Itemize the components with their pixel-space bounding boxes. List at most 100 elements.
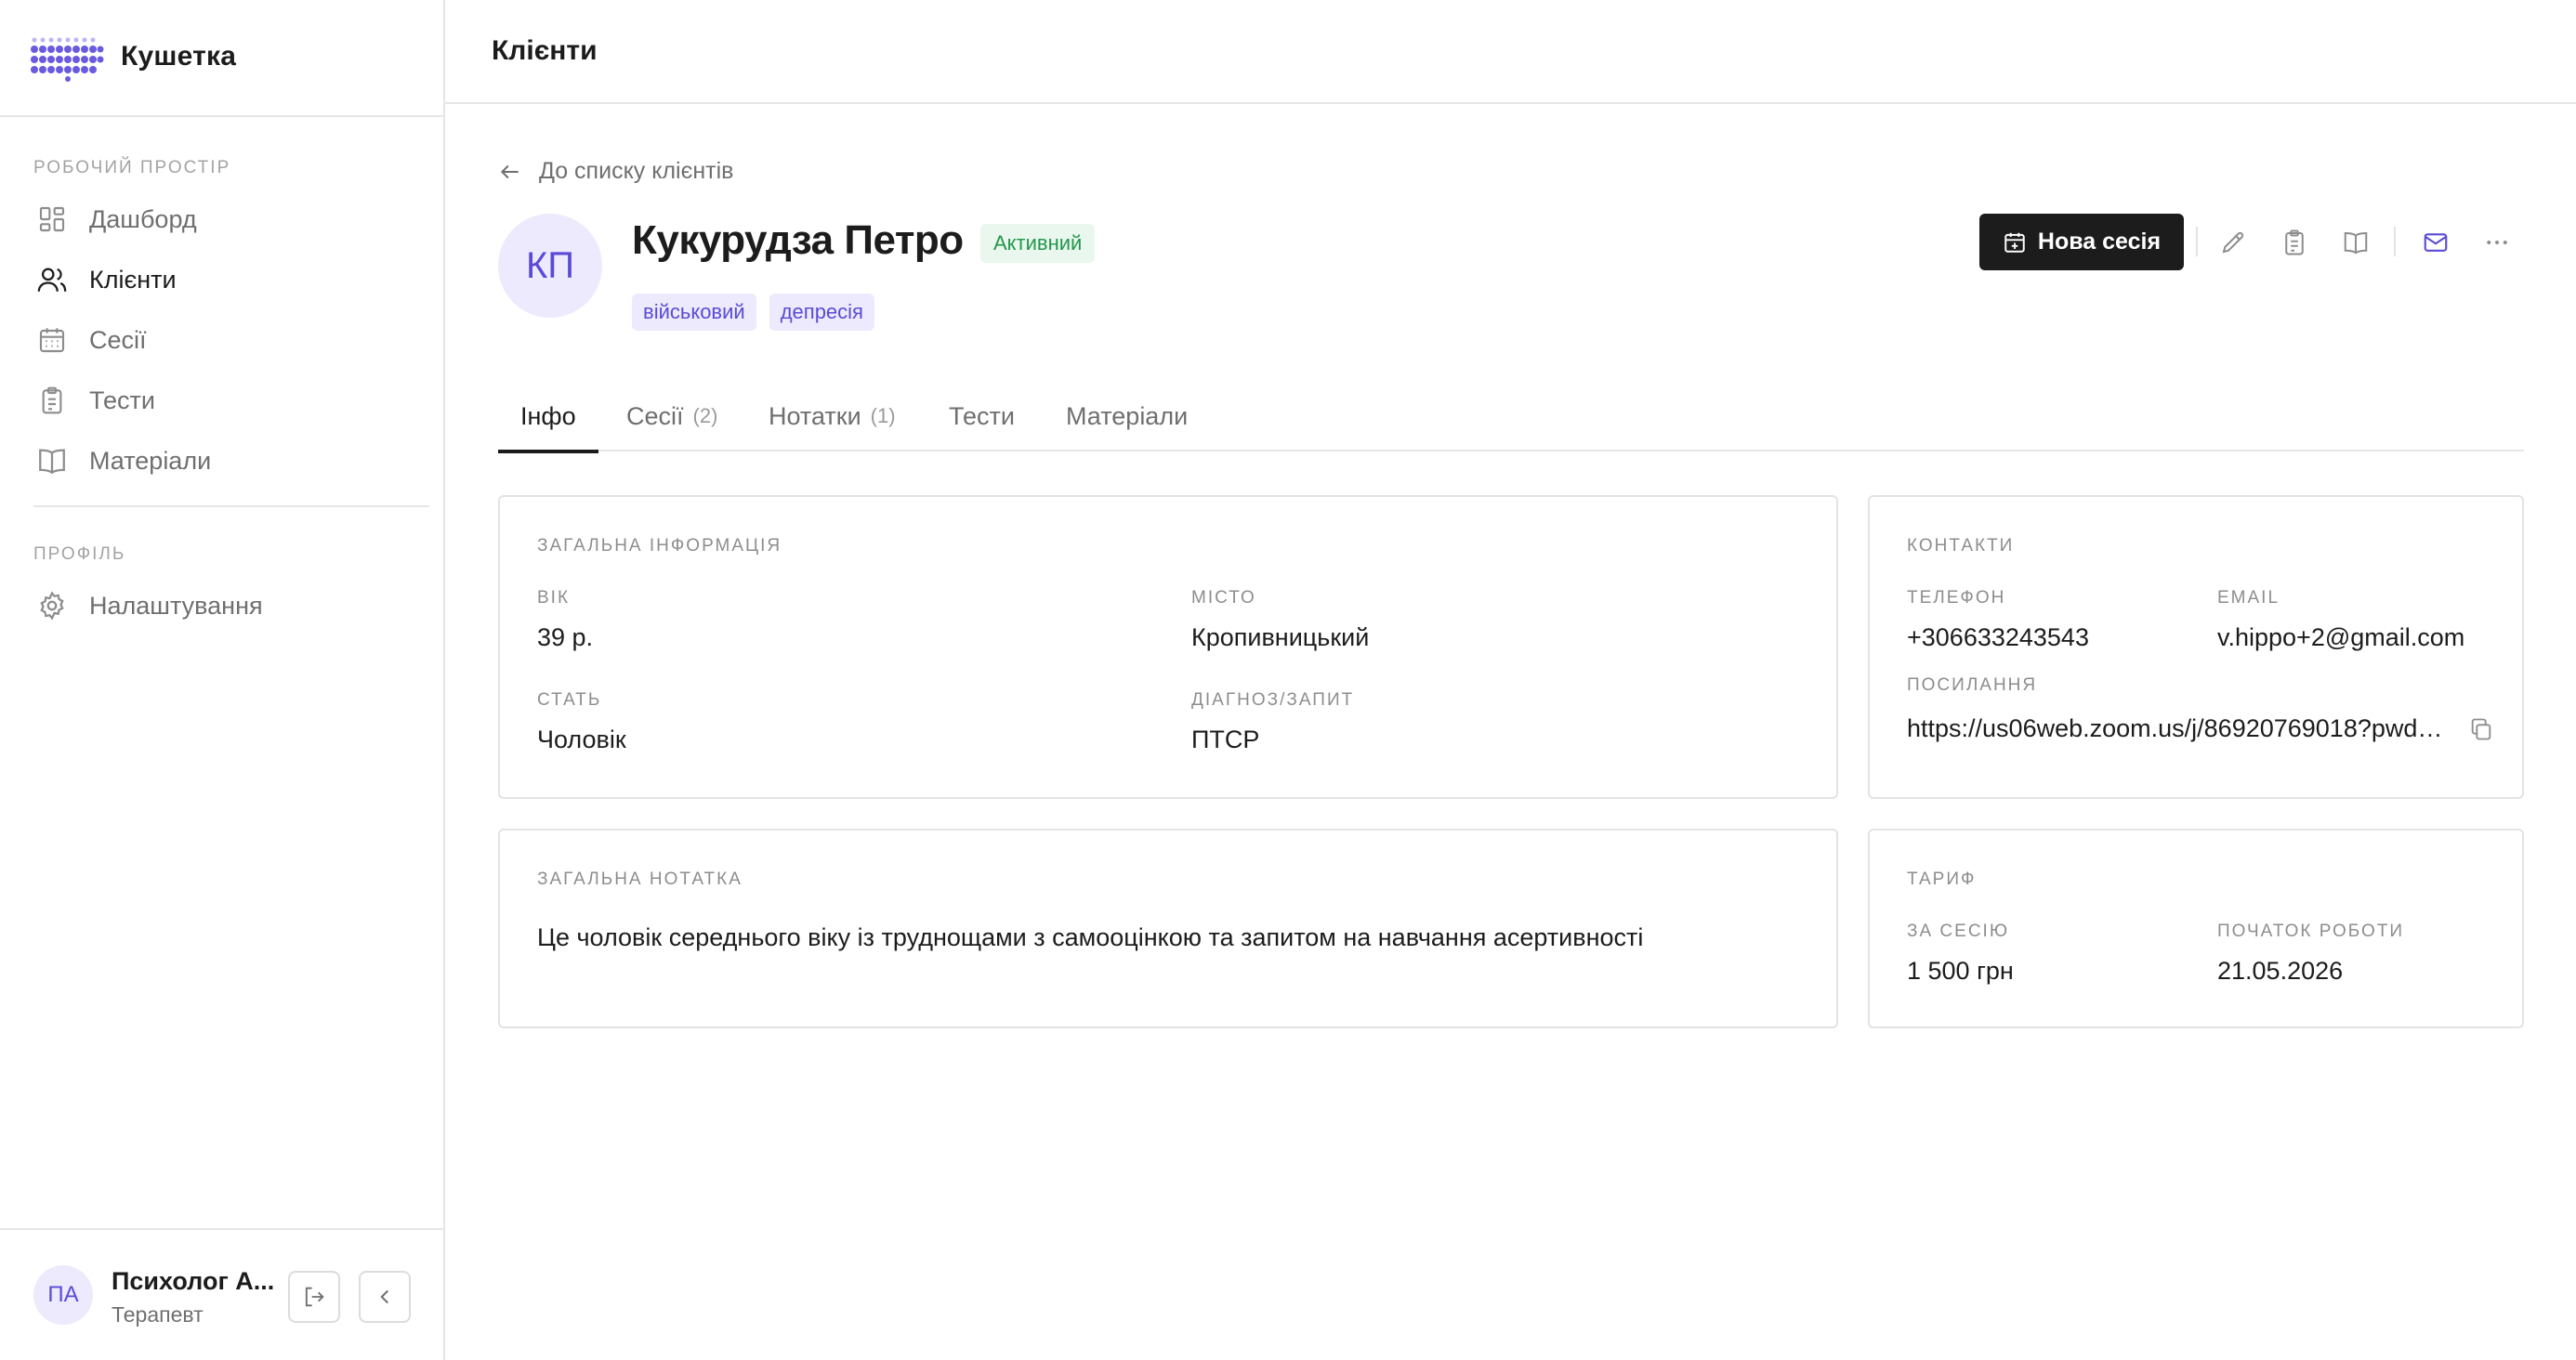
start-date-value: 21.05.2026: [2217, 957, 2344, 985]
user-role: Терапевт: [112, 1302, 204, 1327]
contacts-card: Контакти Телефон +306633243543 Email v.h…: [1868, 495, 2524, 799]
app-name: Кушетка: [121, 41, 237, 72]
sidebar-item-tests[interactable]: Тести: [33, 374, 424, 426]
phone-value[interactable]: +306633243543: [1907, 623, 2089, 652]
profile-section-title: Профіль: [33, 544, 126, 564]
calendar-plus-icon: [2004, 232, 2025, 253]
sidebar-item-materials[interactable]: Матеріали: [33, 435, 424, 487]
logo-icon: [31, 37, 104, 82]
back-to-clients-link[interactable]: До списку клієнтів: [498, 158, 733, 185]
city-value: Кропивницький: [1191, 623, 1370, 651]
tariff-card: Тариф За сесію 1 500 грн Початок роботи …: [1868, 829, 2524, 1028]
copy-icon: [2471, 718, 2491, 740]
card-title: Загальна інформація: [537, 536, 782, 556]
arrow-left-icon: [500, 164, 519, 178]
sidebar-item-sessions[interactable]: Сесії: [33, 314, 424, 366]
phone-label: Телефон: [1907, 588, 2006, 608]
tab-info[interactable]: Інфо: [498, 381, 598, 453]
link-label: Посилання: [1907, 675, 2038, 695]
per-session-label: За сесію: [1907, 922, 2010, 941]
copy-link-button[interactable]: [2464, 713, 2498, 746]
collapse-sidebar-button[interactable]: [359, 1271, 411, 1323]
tab-sessions[interactable]: Сесії (2): [626, 381, 717, 451]
tab-tests[interactable]: Тести: [949, 381, 1015, 451]
client-tag: депресія: [769, 294, 874, 331]
user-block: ПА Психолог А... Терапевт: [0, 1228, 443, 1360]
client-avatar: КП: [498, 214, 602, 318]
diagnosis-value: ПТСР: [1191, 726, 1260, 753]
clipboard-icon: [2285, 229, 2304, 255]
per-session-value: 1 500 грн: [1907, 957, 2014, 985]
calendar-icon: [33, 321, 71, 359]
card-title: Тариф: [1907, 870, 1977, 889]
sidebar-item-label: Тести: [89, 386, 155, 414]
avatar[interactable]: ПА: [33, 1265, 93, 1325]
sidebar-item-label: Клієнти: [89, 265, 177, 294]
client-tag: військовий: [632, 294, 756, 331]
sidebar-item-label: Дашборд: [89, 204, 197, 233]
dashboard-icon: [33, 201, 71, 238]
tab-notes[interactable]: Нотатки (1): [769, 381, 896, 451]
more-actions-button[interactable]: [2474, 219, 2520, 266]
sidebar-item-dashboard[interactable]: Дашборд: [33, 193, 424, 245]
general-note-card: Загальна нотатка Це чоловік середнього в…: [498, 829, 1838, 1028]
clipboard-icon: [33, 382, 71, 419]
back-link-label: До списку клієнтів: [539, 158, 734, 184]
sidebar-item-label: Налаштування: [89, 591, 263, 620]
note-text: Це чоловік середнього віку із труднощами…: [537, 923, 1644, 951]
email-label: Email: [2217, 588, 2280, 608]
card-title: Контакти: [1907, 536, 2015, 556]
edit-client-button[interactable]: [2210, 219, 2256, 266]
toolbar-divider: [2394, 227, 2396, 256]
client-tags: військовий депресія: [632, 294, 874, 331]
sidebar-item-clients[interactable]: Клієнти: [33, 254, 424, 306]
status-badge: Активний: [980, 224, 1096, 263]
page-title: Клієнти: [492, 35, 598, 66]
diagnosis-label: Діагноз/запит: [1191, 690, 1355, 710]
tab-label: Тести: [949, 401, 1015, 430]
gear-icon: [33, 587, 71, 624]
general-info-card: Загальна інформація Вік 39 р. Місто Кроп…: [498, 495, 1838, 799]
age-value: 39 р.: [537, 623, 594, 651]
new-session-button[interactable]: Нова сесія: [1979, 214, 2184, 270]
tab-label: Матеріали: [1066, 401, 1189, 430]
tab-label: Сесії: [626, 401, 684, 430]
client-tabs: Інфо Сесії (2) Нотатки (1) Тести Матеріа…: [498, 381, 2524, 453]
sidebar-divider: [33, 505, 429, 507]
brand[interactable]: Кушетка: [0, 0, 443, 117]
toolbar-divider: [2196, 227, 2198, 256]
sidebar-item-label: Сесії: [89, 325, 147, 354]
email-value[interactable]: v.hippo+2@gmail.com: [2217, 623, 2464, 652]
client-tests-button[interactable]: [2271, 219, 2318, 266]
sidebar-item-settings[interactable]: Налаштування: [33, 580, 424, 632]
logout-button[interactable]: [288, 1271, 340, 1323]
client-name: Кукурудза Петро: [632, 217, 964, 263]
tab-label: Нотатки: [769, 401, 861, 430]
client-materials-button[interactable]: [2333, 219, 2379, 266]
send-email-button[interactable]: [2412, 219, 2459, 266]
start-date-label: Початок роботи: [2217, 922, 2405, 941]
logout-icon: [305, 1287, 324, 1307]
meeting-link[interactable]: https://us06web.zoom.us/j/86920769018?pw…: [1907, 714, 2446, 743]
tab-count: (2): [692, 404, 718, 427]
sidebar: Кушетка Робочий простір Дашборд Клієнти …: [0, 0, 445, 1360]
book-icon: [33, 442, 71, 479]
sidebar-item-label: Матеріали: [89, 446, 212, 475]
chevron-left-icon: [380, 1289, 388, 1304]
pencil-icon: [2222, 231, 2244, 254]
tab-count: (1): [870, 404, 896, 427]
gender-label: Стать: [537, 690, 602, 710]
workspace-section-title: Робочий простір: [33, 158, 231, 177]
mail-icon: [2424, 233, 2448, 252]
age-label: Вік: [537, 588, 571, 608]
user-name: Психолог А...: [112, 1267, 275, 1295]
city-label: Місто: [1191, 588, 1256, 608]
new-session-label: Нова сесія: [2037, 229, 2162, 255]
tab-materials[interactable]: Матеріали: [1066, 381, 1188, 451]
users-icon: [33, 261, 71, 298]
tab-label: Інфо: [520, 401, 576, 430]
topbar: Клієнти: [445, 0, 2576, 104]
card-title: Загальна нотатка: [537, 870, 743, 889]
more-horizontal-icon: [2487, 241, 2507, 244]
book-icon: [2344, 231, 2368, 255]
